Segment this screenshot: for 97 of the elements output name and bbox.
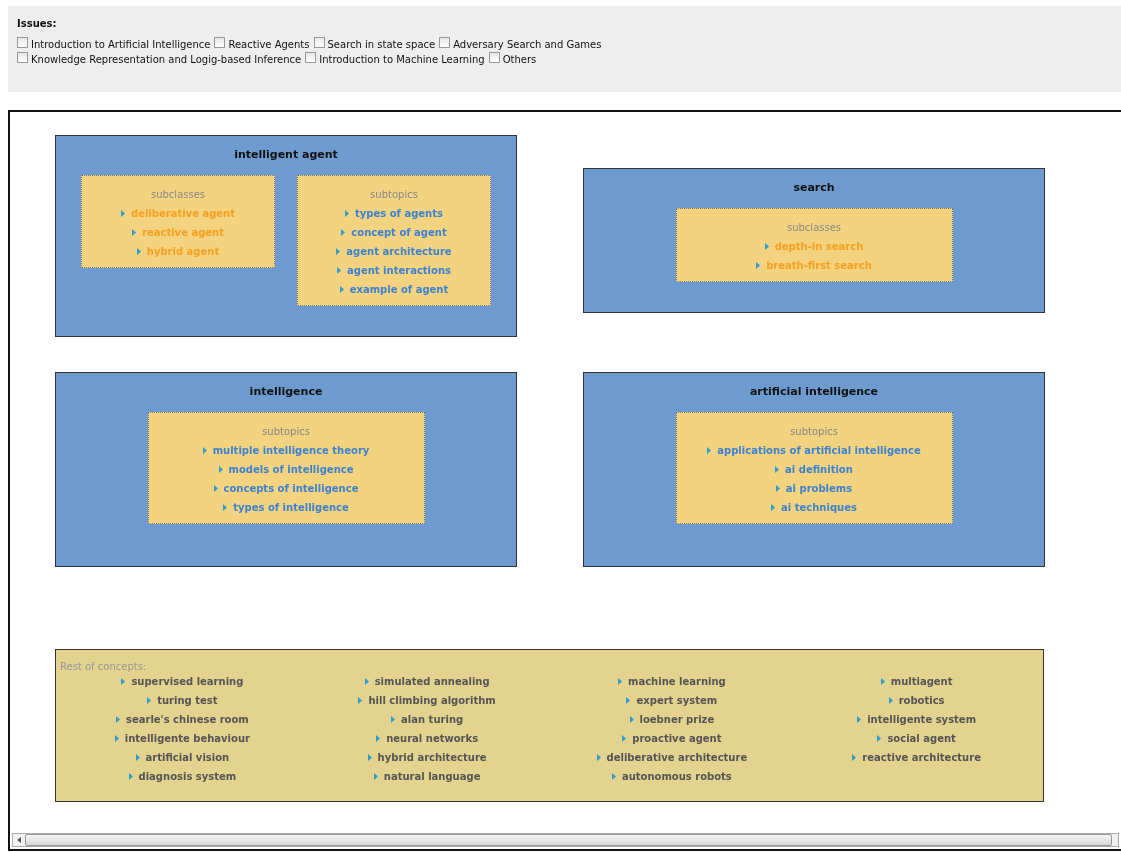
issue-checkbox[interactable]: Others bbox=[488, 54, 537, 65]
concept-link[interactable]: types of intelligence bbox=[223, 502, 349, 513]
triangle-icon bbox=[775, 466, 780, 473]
concept-link[interactable]: ai definition bbox=[775, 464, 853, 475]
triangle-icon bbox=[121, 210, 125, 217]
triangle-icon bbox=[775, 485, 780, 492]
triangle-icon bbox=[337, 267, 342, 274]
triangle-icon bbox=[611, 773, 616, 780]
issue-checkbox[interactable]: Adversary Search and Games bbox=[439, 39, 602, 50]
triangle-icon bbox=[626, 697, 631, 704]
group-heading: subclasses bbox=[150, 189, 206, 200]
concept-link[interactable]: artificial vision bbox=[135, 752, 230, 763]
concept-link[interactable]: types of agents bbox=[345, 208, 443, 219]
concept-link[interactable]: loebner prize bbox=[629, 714, 715, 725]
concept-link[interactable]: hill climbing algorithm bbox=[358, 695, 496, 706]
concept-link[interactable]: applications of artificial intelligence bbox=[707, 445, 921, 456]
concept-link[interactable]: ai problems bbox=[775, 483, 853, 494]
rest-heading: Rest of concepts: bbox=[60, 661, 147, 672]
concept-link[interactable]: simulated annealing bbox=[364, 676, 490, 687]
triangle-icon bbox=[376, 735, 381, 742]
triangle-icon bbox=[771, 504, 776, 511]
triangle-icon bbox=[218, 466, 223, 473]
triangle-icon bbox=[136, 248, 141, 255]
concept-link[interactable]: natural language bbox=[373, 771, 481, 782]
triangle-icon bbox=[135, 754, 140, 761]
concept-link[interactable]: supervised learning bbox=[121, 676, 244, 687]
group-heading: subtopics bbox=[790, 426, 838, 437]
horizontal-scrollbar[interactable] bbox=[12, 833, 1119, 847]
concept-link[interactable]: deliberative architecture bbox=[596, 752, 748, 763]
group-heading: subtopics bbox=[370, 189, 418, 200]
triangle-icon bbox=[339, 286, 344, 293]
group-heading: subtopics bbox=[262, 426, 310, 437]
triangle-icon bbox=[373, 773, 378, 780]
concept-link[interactable]: concept of agent bbox=[341, 227, 447, 238]
concept-link[interactable]: agent architecture bbox=[336, 246, 452, 257]
triangle-icon bbox=[364, 678, 369, 685]
concept-link[interactable]: proactive agent bbox=[622, 733, 722, 744]
triangle-icon bbox=[880, 678, 885, 685]
concept-link[interactable]: diagnosis system bbox=[128, 771, 237, 782]
concept-link[interactable]: robotics bbox=[888, 695, 945, 706]
triangle-icon bbox=[336, 248, 341, 255]
triangle-icon bbox=[128, 773, 133, 780]
concept-link[interactable]: ai techniques bbox=[771, 502, 857, 513]
concept-link[interactable]: multiagent bbox=[880, 676, 953, 687]
triangle-icon bbox=[341, 229, 346, 236]
group-heading: subclasses bbox=[786, 222, 842, 233]
triangle-icon bbox=[367, 754, 372, 761]
triangle-icon bbox=[358, 697, 363, 704]
concept-link[interactable]: autonomous robots bbox=[611, 771, 732, 782]
concept-link[interactable]: alan turing bbox=[391, 714, 464, 725]
concept-link[interactable]: intelligente system bbox=[857, 714, 977, 725]
concept-title: search bbox=[793, 181, 835, 194]
concept-title: artificial intelligence bbox=[749, 385, 879, 398]
triangle-icon bbox=[707, 447, 712, 454]
issues-title: Issues: bbox=[17, 18, 57, 29]
triangle-icon bbox=[345, 210, 350, 217]
triangle-icon bbox=[147, 697, 152, 704]
triangle-icon bbox=[888, 697, 893, 704]
triangle-icon bbox=[391, 716, 396, 723]
triangle-icon bbox=[622, 735, 627, 742]
triangle-icon bbox=[596, 754, 601, 761]
triangle-icon bbox=[756, 262, 761, 269]
issue-checkbox[interactable]: Reactive Agents bbox=[214, 39, 310, 50]
triangle-icon bbox=[618, 678, 622, 685]
triangle-icon bbox=[629, 716, 634, 723]
triangle-icon bbox=[114, 735, 119, 742]
concept-title: intelligence bbox=[249, 385, 323, 398]
concept-link[interactable]: models of intelligence bbox=[218, 464, 354, 475]
triangle-icon bbox=[115, 716, 120, 723]
triangle-icon bbox=[213, 485, 218, 492]
concept-link[interactable]: agent interactions bbox=[337, 265, 451, 276]
concept-link[interactable]: expert system bbox=[626, 695, 718, 706]
concept-link[interactable]: searle's chinese room bbox=[115, 714, 249, 725]
concept-link[interactable]: machine learning bbox=[618, 676, 726, 687]
concept-link[interactable]: example of agent bbox=[339, 284, 449, 295]
triangle-icon bbox=[852, 754, 857, 761]
triangle-icon bbox=[764, 243, 769, 250]
issue-checkbox[interactable]: Introduction to Artificial Intelligence bbox=[17, 39, 211, 50]
triangle-icon bbox=[121, 678, 126, 685]
issue-checkbox[interactable]: Knowledge Representation and Logig-based Inference bbox=[17, 54, 302, 65]
concept-title: intelligent agent bbox=[234, 148, 338, 161]
concept-link[interactable]: social agent bbox=[877, 733, 956, 744]
triangle-icon bbox=[223, 504, 228, 511]
triangle-icon bbox=[877, 735, 882, 742]
triangle-icon bbox=[202, 447, 207, 454]
concept-link[interactable]: multiple intelligence theory bbox=[202, 445, 370, 456]
concept-link[interactable]: hybrid architecture bbox=[367, 752, 487, 763]
concept-link[interactable]: intelligente behaviour bbox=[114, 733, 250, 744]
issue-checkbox[interactable]: Search in state space bbox=[313, 39, 436, 50]
issue-checkbox[interactable]: Introduction to Machine Learning bbox=[305, 54, 485, 65]
concept-link[interactable]: reactive architecture bbox=[852, 752, 981, 763]
triangle-icon bbox=[132, 229, 136, 236]
concept-link[interactable]: neural networks bbox=[376, 733, 479, 744]
concept-link[interactable]: concepts of intelligence bbox=[213, 483, 359, 494]
concept-link[interactable]: turing test bbox=[147, 695, 218, 706]
scroll-left-arrow-icon[interactable] bbox=[17, 837, 21, 843]
triangle-icon bbox=[857, 716, 862, 723]
